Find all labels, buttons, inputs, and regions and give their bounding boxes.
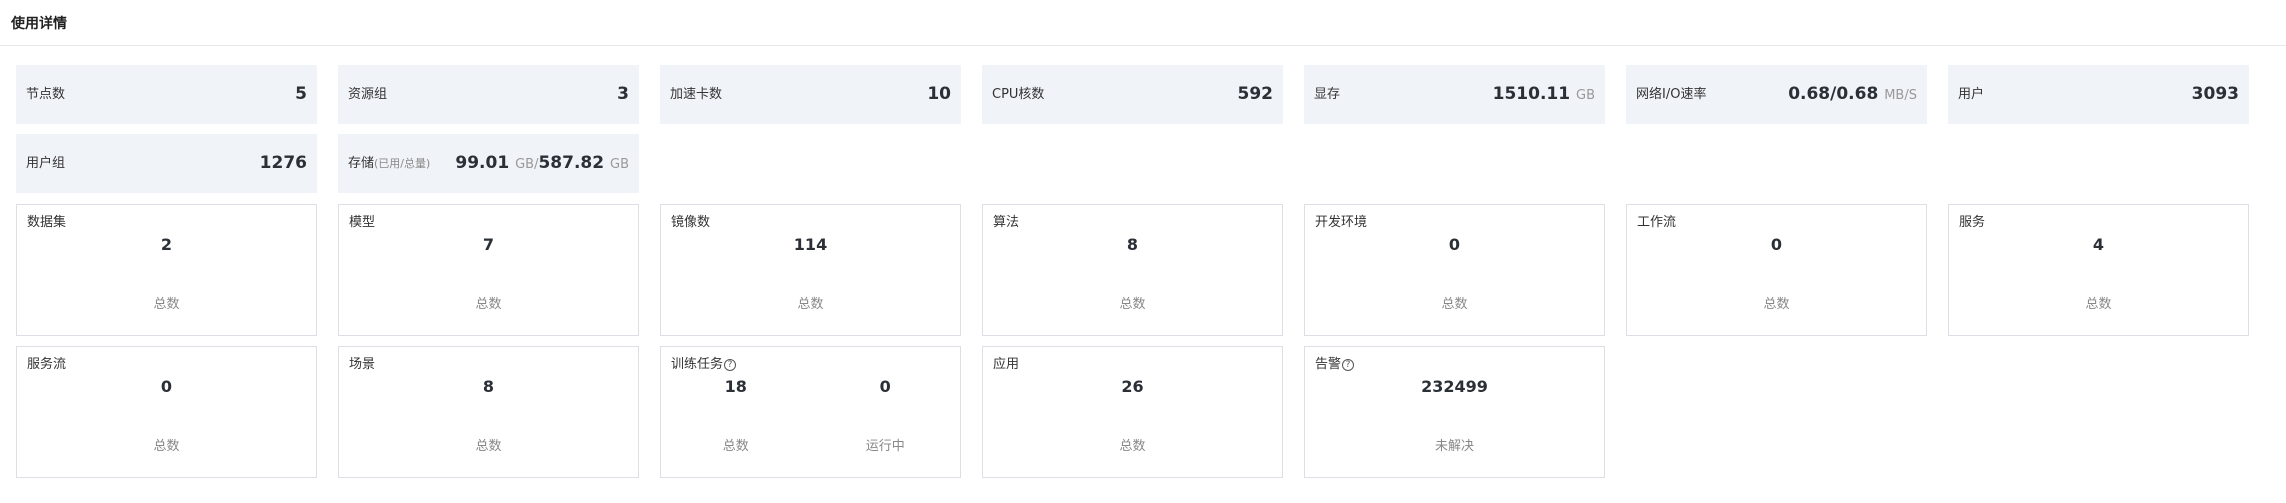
stat-label: 显存 (1314, 87, 1341, 102)
stat-value: 0.68/0.68 MB/S (1788, 84, 1917, 104)
card-value-running: 0 (879, 377, 891, 396)
card-caption: 总数 (475, 439, 502, 454)
card-value: 114 (793, 235, 828, 254)
card-title: 场景 (349, 357, 376, 372)
card-images[interactable]: 镜像数 114 总数 (660, 204, 961, 336)
page-title: 使用详情 (11, 16, 67, 32)
card-value: 0 (1448, 235, 1461, 254)
card-caption: 总数 (1441, 297, 1468, 312)
stat-value: 3 (617, 84, 629, 104)
stat-label: 节点数 (26, 87, 66, 102)
card-title: 服务流 (27, 357, 67, 372)
question-circle-icon[interactable]: ? (724, 359, 737, 371)
card-caption-total: 总数 (722, 439, 749, 454)
card-value: 8 (482, 377, 495, 396)
stat-user-groups: 用户组 1276 (16, 134, 317, 193)
stat-label: 加速卡数 (670, 87, 723, 102)
card-dev-environments[interactable]: 开发环境 0 总数 (1304, 204, 1605, 336)
card-caption: 总数 (153, 439, 180, 454)
card-value: 7 (482, 235, 495, 254)
card-value-total: 18 (724, 377, 747, 396)
stat-label: 存储(已用/总量) (348, 156, 431, 171)
card-caption: 总数 (153, 297, 180, 312)
card-title: 工作流 (1637, 215, 1677, 230)
card-title: 模型 (349, 215, 376, 230)
card-value: 4 (2092, 235, 2105, 254)
card-workflows[interactable]: 工作流 0 总数 (1626, 204, 1927, 336)
stat-label: 用户组 (26, 156, 66, 171)
card-caption: 总数 (1763, 297, 1790, 312)
card-value: 2 (160, 235, 173, 254)
card-value: 8 (1126, 235, 1139, 254)
card-value: 0 (1770, 235, 1783, 254)
stat-value: 10 (927, 84, 951, 104)
card-applications[interactable]: 应用 26 总数 (982, 346, 1283, 478)
stat-value: 1510.11 GB (1492, 84, 1595, 104)
card-caption: 总数 (1119, 439, 1146, 454)
card-service-flows[interactable]: 服务流 0 总数 (16, 346, 317, 478)
card-caption: 总数 (797, 297, 824, 312)
stat-users: 用户 3093 (1948, 65, 2249, 124)
question-circle-icon[interactable]: ? (1342, 359, 1355, 371)
stat-storage: 存储(已用/总量) 99.01 GB/587.82 GB (338, 134, 639, 193)
card-caption: 总数 (475, 297, 502, 312)
card-title: 服务 (1959, 215, 1986, 230)
stat-resource-groups: 资源组 3 (338, 65, 639, 124)
card-title: 训练任务? (671, 353, 737, 372)
card-caption: 总数 (2085, 297, 2112, 312)
stat-label: 用户 (1958, 87, 1985, 102)
card-scenes[interactable]: 场景 8 总数 (338, 346, 639, 478)
card-title: 算法 (993, 215, 1020, 230)
card-title: 数据集 (27, 215, 67, 230)
card-models[interactable]: 模型 7 总数 (338, 204, 639, 336)
stat-value: 592 (1237, 84, 1274, 104)
card-alerts[interactable]: 告警? 232499 未解决 (1304, 346, 1605, 478)
stat-value: 5 (295, 84, 307, 104)
stat-node-count: 节点数 5 (16, 65, 317, 124)
card-value: 232499 (1421, 377, 1488, 396)
stat-gpu-memory: 显存 1510.11 GB (1304, 65, 1605, 124)
card-caption: 总数 (1119, 297, 1146, 312)
card-title: 告警? (1315, 353, 1355, 372)
stat-value: 1276 (259, 153, 307, 173)
card-training-tasks[interactable]: 训练任务? 18 0 总数 运行中 (660, 346, 961, 478)
stat-cpu-cores: CPU核数 592 (982, 65, 1283, 124)
card-algorithms[interactable]: 算法 8 总数 (982, 204, 1283, 336)
card-caption: 未解决 (1434, 439, 1474, 454)
card-datasets[interactable]: 数据集 2 总数 (16, 204, 317, 336)
card-title: 应用 (993, 357, 1020, 372)
card-title: 镜像数 (671, 215, 711, 230)
stat-accelerator-cards: 加速卡数 10 (660, 65, 961, 124)
stat-label: 资源组 (348, 87, 388, 102)
card-title: 开发环境 (1315, 215, 1368, 230)
card-services[interactable]: 服务 4 总数 (1948, 204, 2249, 336)
stat-network-io: 网络I/O速率 0.68/0.68 MB/S (1626, 65, 1927, 124)
card-value: 0 (160, 377, 173, 396)
stat-label: CPU核数 (992, 87, 1045, 102)
stat-value: 99.01 GB/587.82 GB (455, 153, 629, 173)
card-caption-running: 运行中 (865, 439, 905, 454)
stat-label: 网络I/O速率 (1636, 87, 1707, 102)
page-header: 使用详情 (0, 0, 2286, 46)
stat-value: 3093 (2191, 84, 2239, 104)
card-value: 26 (1121, 377, 1144, 396)
